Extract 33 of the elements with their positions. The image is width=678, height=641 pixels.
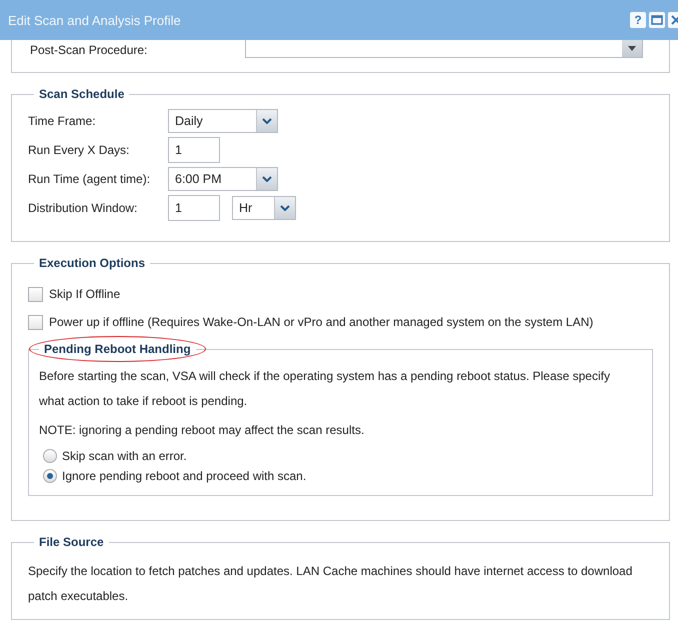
field-label: Time Frame: bbox=[28, 114, 97, 128]
radio-button[interactable] bbox=[43, 449, 57, 463]
description-text: Specify the location to fetch patches and updates. LAN Cache machines should have internet access to download patch executables. bbox=[28, 563, 634, 605]
input-field[interactable]: 1 bbox=[168, 195, 220, 221]
chevron-down-icon bbox=[262, 176, 272, 182]
window-title: Edit Scan and Analysis Profile bbox=[8, 12, 181, 28]
checkbox-label: Skip If Offline bbox=[49, 287, 120, 301]
checkbox[interactable] bbox=[28, 286, 43, 302]
chevron-down-icon bbox=[262, 118, 272, 124]
field-label: Run Time (agent time): bbox=[28, 172, 152, 186]
section-title: Execution Options bbox=[38, 256, 146, 270]
dropdown[interactable] bbox=[245, 40, 643, 58]
section-title: File Source bbox=[38, 535, 105, 549]
chevron-down-icon bbox=[280, 205, 290, 211]
dropdown[interactable]: Hr bbox=[232, 196, 296, 220]
field-label: Distribution Window: bbox=[28, 201, 138, 215]
radio-button[interactable] bbox=[43, 469, 57, 483]
section-title: Scan Schedule bbox=[38, 87, 126, 101]
input-field[interactable]: 1 bbox=[168, 137, 220, 163]
caret-icon bbox=[628, 46, 636, 51]
description-text: Before starting the scan, VSA will check if the operating system has a pending reboot status. Please specify what action to take if reboot is pending. bbox=[39, 368, 611, 410]
field-label: Post-Scan Procedure: bbox=[30, 43, 148, 57]
dropdown[interactable]: 6:00 PM bbox=[168, 167, 278, 191]
radio-label: Skip scan with an error. bbox=[62, 449, 187, 463]
radio-label: Ignore pending reboot and proceed with scan. bbox=[62, 469, 306, 483]
dropdown[interactable]: Daily bbox=[168, 109, 278, 133]
field-label: Run Every X Days: bbox=[28, 143, 130, 157]
section-title: Pending Reboot Handling bbox=[44, 342, 191, 356]
maximize-icon[interactable] bbox=[649, 12, 665, 28]
checkbox[interactable] bbox=[28, 314, 43, 330]
help-button[interactable]: ? bbox=[630, 12, 646, 28]
checkbox-label: Power up if offline (Requires Wake-On-LAN or vPro and another managed system on the system LAN) bbox=[49, 315, 594, 329]
description-text: NOTE: ignoring a pending reboot may affect the scan results. bbox=[39, 422, 366, 439]
